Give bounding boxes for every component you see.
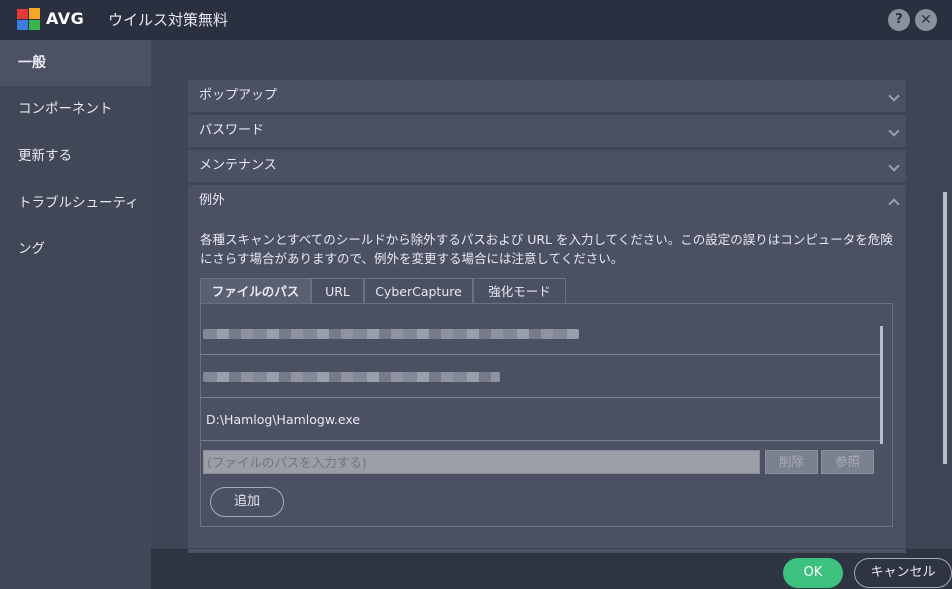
exceptions-description: 各種スキャンとすべてのシールドから除外するパスおよび URL を入力してください…	[200, 232, 893, 266]
title-bar: AVG ウイルス対策無料 ? ✕	[0, 0, 952, 40]
main-scrollbar[interactable]	[943, 192, 947, 464]
help-button[interactable]: ?	[888, 9, 910, 31]
path-value: D:\Hamlog\Hamlogw.exe	[206, 412, 361, 427]
section-passwords-label: パスワード	[199, 123, 265, 138]
chevron-down-icon	[888, 125, 900, 137]
sidebar-item-troubleshooting[interactable]: トラブルシューティング	[0, 180, 151, 257]
exception-path-list: D:\Hamlog\Hamlogw.exe	[201, 304, 883, 444]
settings-panel: ポップアップ パスワード メンテナンス 例外 各種スキャンとすべてのシールドから…	[151, 40, 952, 549]
sidebar-item-update[interactable]: 更新する	[0, 133, 151, 179]
tab-hardened-mode[interactable]: 強化モード	[473, 278, 566, 304]
section-popups-label: ポップアップ	[199, 88, 278, 103]
sidebar-item-components[interactable]: コンポーネント	[0, 86, 151, 132]
section-passwords[interactable]: パスワード	[188, 115, 906, 147]
section-popups[interactable]: ポップアップ	[188, 80, 906, 112]
chevron-up-icon	[888, 198, 900, 210]
list-item[interactable]	[201, 355, 881, 398]
tab-cybercapture[interactable]: CyberCapture	[364, 278, 473, 304]
delete-button[interactable]: 削除	[765, 450, 818, 474]
footer-bar: OK キャンセル	[151, 549, 952, 589]
redacted-path	[203, 372, 500, 382]
section-exceptions-header[interactable]: 例外	[188, 185, 906, 217]
window-title: ウイルス対策無料	[108, 11, 229, 29]
sidebar: 一般 コンポーネント 更新する トラブルシューティング	[0, 40, 151, 589]
section-maintenance-label: メンテナンス	[199, 158, 277, 173]
list-item[interactable]	[201, 312, 881, 355]
section-maintenance[interactable]: メンテナンス	[188, 150, 906, 182]
browse-button[interactable]: 参照	[821, 450, 874, 474]
tab-url[interactable]: URL	[311, 278, 364, 304]
redacted-path	[203, 329, 579, 339]
cancel-button[interactable]: キャンセル	[854, 558, 952, 588]
list-scrollbar[interactable]	[880, 326, 883, 444]
brand-name: AVG	[46, 9, 85, 28]
add-button[interactable]: 追加	[210, 487, 284, 517]
file-paths-panel: D:\Hamlog\Hamlogw.exe 削除 参照 追加	[200, 303, 893, 527]
tab-file-paths[interactable]: ファイルのパス	[200, 278, 311, 304]
sidebar-item-general[interactable]: 一般	[0, 40, 151, 86]
chevron-down-icon	[888, 90, 900, 102]
close-button[interactable]: ✕	[915, 9, 937, 31]
section-exceptions-label: 例外	[199, 193, 226, 208]
avg-logo-icon	[17, 8, 40, 30]
list-item[interactable]: D:\Hamlog\Hamlogw.exe	[201, 398, 881, 441]
ok-button[interactable]: OK	[783, 558, 843, 588]
next-section-edge	[188, 549, 906, 553]
chevron-down-icon	[888, 160, 900, 172]
file-path-input[interactable]	[203, 450, 760, 474]
section-exceptions: 例外 各種スキャンとすべてのシールドから除外するパスおよび URL を入力してく…	[188, 185, 906, 548]
